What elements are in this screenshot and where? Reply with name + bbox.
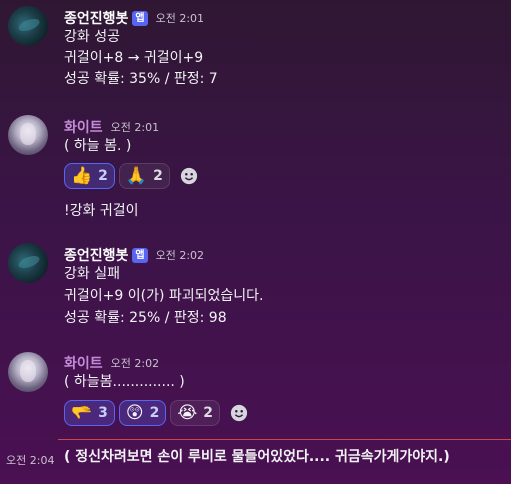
message-line: 성공 확률: 35% / 판정: 7 [64, 71, 218, 87]
white-avatar[interactable] [8, 115, 48, 155]
bot-avatar[interactable] [8, 6, 48, 46]
message-line: 귀걸이+9 이(가) 파괴되었습니다. [64, 288, 264, 304]
smiley-add-icon [230, 404, 248, 422]
add-reaction-button[interactable] [228, 402, 250, 424]
palm-down-hand-icon: 🫳 [71, 403, 93, 423]
message-line: 성공 확률: 25% / 판정: 98 [64, 310, 227, 326]
crying-face-icon: 😭 [177, 403, 198, 423]
reaction-thumbs-up[interactable]: 👍 2 [64, 163, 115, 189]
reaction-pray[interactable]: 🙏 2 [118, 163, 170, 189]
message-line: !강화 귀걸이 [64, 203, 139, 219]
username[interactable]: 종언진행봇 [64, 8, 128, 28]
smiley-add-icon [180, 167, 197, 185]
timestamp: 오전 2:04 [6, 454, 55, 467]
app-badge: 앱 [132, 10, 148, 26]
message-line: 귀걸이+8 → 귀걸이+9 [64, 50, 204, 66]
message-line: 강화 성공 [64, 29, 120, 45]
reaction-astonished[interactable]: 😲 2 [118, 400, 167, 426]
timestamp: 오전 2:01 [155, 12, 205, 25]
bot-avatar[interactable] [8, 243, 48, 283]
reaction-count: 2 [98, 168, 108, 184]
message-line: ( 정신차려보면 손이 루비로 물들어있었다.... 귀금속가게가야지.) [64, 449, 450, 465]
username[interactable]: 종언진행봇 [64, 245, 128, 265]
reaction-count: 2 [153, 168, 163, 184]
pray-icon: 🙏 [125, 166, 148, 186]
timestamp: 오전 2:02 [155, 249, 205, 262]
reaction-count: 2 [149, 405, 160, 421]
astonished-face-icon: 😲 [125, 403, 144, 423]
white-avatar[interactable] [8, 352, 48, 392]
timestamp: 오전 2:01 [110, 121, 160, 134]
reaction-count: 2 [203, 405, 214, 421]
app-badge: 앱 [132, 247, 148, 263]
thumbs-up-icon: 👍 [71, 166, 93, 186]
username[interactable]: 화이트 [64, 117, 103, 137]
add-reaction-button[interactable] [178, 165, 200, 187]
message-line: 강화 실패 [64, 266, 120, 282]
reaction-palm-down[interactable]: 🫳 3 [64, 400, 115, 426]
message-line: ( 하늘봄.............. ) [64, 374, 185, 390]
username[interactable]: 화이트 [64, 353, 103, 373]
message-line: ( 하늘 봄. ) [64, 138, 132, 154]
reaction-count: 3 [98, 405, 108, 421]
new-messages-divider [58, 439, 511, 440]
reaction-crying[interactable]: 😭 2 [170, 400, 221, 426]
timestamp: 오전 2:02 [110, 357, 160, 370]
